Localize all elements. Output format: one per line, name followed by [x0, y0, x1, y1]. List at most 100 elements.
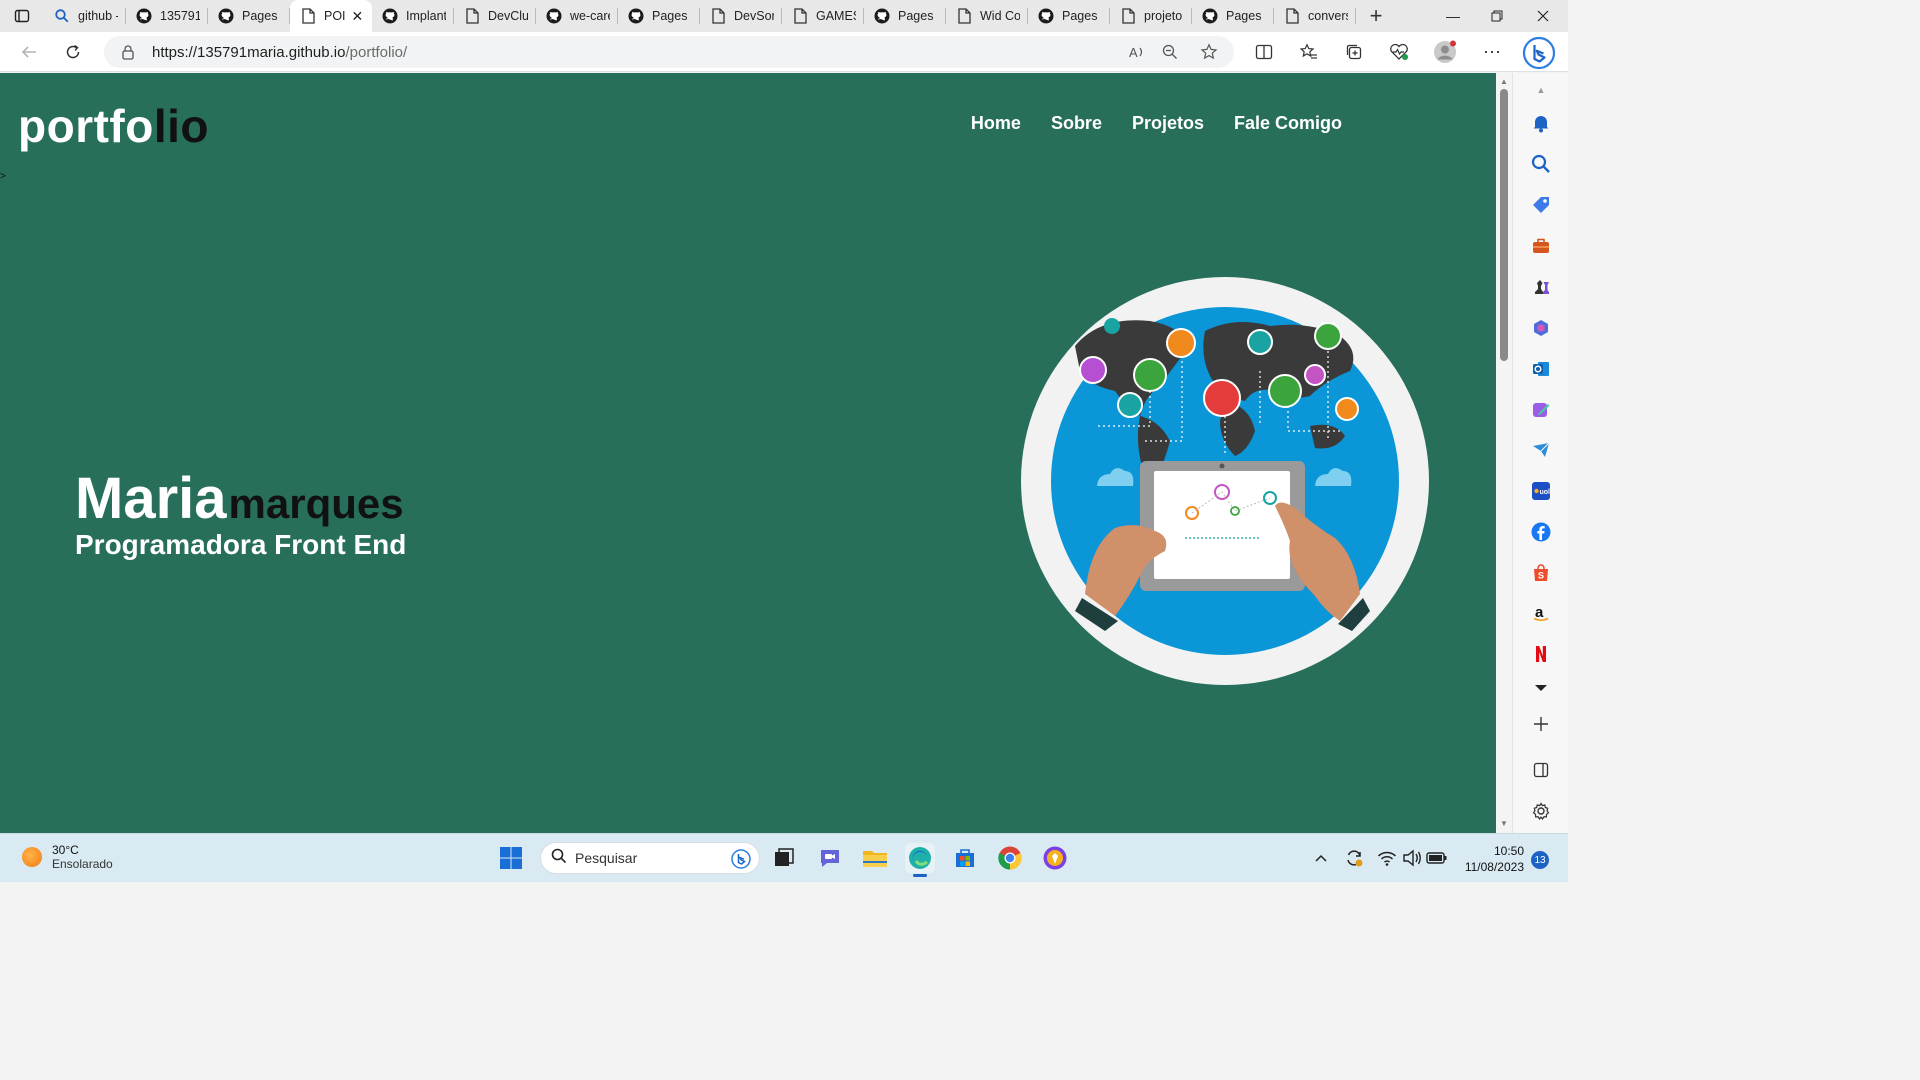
read-aloud-icon[interactable]: A: [1128, 44, 1146, 65]
browser-tab[interactable]: Pages: [208, 0, 290, 32]
favorite-star-icon[interactable]: [1200, 43, 1218, 66]
performance-button[interactable]: [1382, 32, 1416, 72]
chrome-button[interactable]: [995, 843, 1025, 873]
stray-text: >: [0, 171, 6, 182]
facebook-icon[interactable]: [1530, 521, 1552, 543]
chess-icon[interactable]: [1530, 276, 1552, 298]
profile-button[interactable]: [1428, 32, 1462, 72]
shopee-icon[interactable]: S: [1530, 562, 1552, 584]
taskbar-clock[interactable]: 10:50 11/08/2023: [1458, 843, 1524, 875]
scroll-down-arrow[interactable]: ▼: [1499, 819, 1509, 829]
outlook-icon[interactable]: [1530, 358, 1552, 380]
weather-temp: 30°C: [52, 843, 79, 857]
folder-icon: [863, 851, 887, 867]
search-icon[interactable]: [1530, 153, 1552, 175]
tab-label: projeto: [1144, 9, 1183, 23]
netflix-icon[interactable]: [1530, 643, 1552, 665]
plus-icon[interactable]: [1530, 713, 1552, 735]
back-arrow-icon: [21, 46, 36, 58]
url-host: https://135791maria.github.io: [152, 43, 346, 61]
close-tab-icon[interactable]: ✕: [352, 8, 364, 25]
tab-actions-button[interactable]: [0, 0, 44, 32]
file-explorer-button[interactable]: [860, 843, 890, 873]
sun-icon: [22, 847, 42, 867]
edge-taskbar-button[interactable]: [905, 843, 935, 877]
github-icon: [546, 8, 562, 24]
chrome-icon: [998, 846, 1022, 870]
teams-chat-button[interactable]: [815, 843, 845, 873]
browser-tab[interactable]: convers: [1274, 0, 1356, 32]
bing-chat-button[interactable]: [1522, 36, 1556, 70]
battery-tray-button[interactable]: [1422, 843, 1452, 873]
send-icon[interactable]: [1530, 439, 1552, 461]
browser-tab[interactable]: Pages: [864, 0, 946, 32]
browser-tab[interactable]: projeto: [1110, 0, 1192, 32]
favorites-button[interactable]: [1292, 32, 1326, 72]
browser-tab[interactable]: GAMES: [782, 0, 864, 32]
browser-tab[interactable]: Pages: [1028, 0, 1110, 32]
store-button[interactable]: [950, 843, 980, 873]
amazon-icon[interactable]: a: [1530, 602, 1552, 624]
svg-text:A: A: [1129, 45, 1138, 60]
show-hidden-icons-button[interactable]: [1306, 843, 1336, 873]
tag-icon[interactable]: [1530, 194, 1552, 216]
browser-tab[interactable]: DevClub: [454, 0, 536, 32]
address-bar[interactable]: https://135791maria.github.io/portfolio/…: [104, 36, 1234, 68]
uol-icon[interactable]: uol: [1530, 480, 1552, 502]
nav-link-sobre[interactable]: Sobre: [1051, 113, 1102, 134]
minimize-button[interactable]: —: [1430, 0, 1476, 32]
settings-menu-button[interactable]: ⋯: [1475, 32, 1509, 72]
close-window-button[interactable]: [1520, 0, 1566, 32]
browser-tab[interactable]: Implant: [372, 0, 454, 32]
taskbar-search[interactable]: Pesquisar: [540, 842, 760, 874]
refresh-button[interactable]: [56, 32, 90, 72]
github-icon: [218, 8, 234, 24]
page-icon: [464, 8, 480, 24]
browser-tab[interactable]: Pages: [1192, 0, 1274, 32]
back-button[interactable]: [12, 32, 46, 72]
store-icon: [956, 849, 974, 867]
restore-button[interactable]: [1474, 0, 1520, 32]
browser-tab[interactable]: POI ✕: [290, 0, 372, 32]
new-tab-button[interactable]: +: [1356, 0, 1396, 32]
bell-icon[interactable]: [1530, 112, 1552, 134]
browser-tab[interactable]: Wid Co: [946, 0, 1028, 32]
weather-widget[interactable]: 30°C Ensolarado: [22, 843, 113, 871]
task-view-button[interactable]: [769, 843, 799, 873]
panel-icon[interactable]: [1530, 759, 1552, 781]
sync-tray-button[interactable]: [1339, 843, 1369, 873]
page-scrollbar[interactable]: ▲ ▼: [1496, 73, 1512, 833]
scroll-up-arrow[interactable]: ▲: [1499, 77, 1509, 87]
browser-tab[interactable]: we-care: [536, 0, 618, 32]
tab-label: Wid Co: [980, 9, 1020, 23]
notification-badge[interactable]: 13: [1531, 851, 1549, 869]
github-icon: [382, 8, 398, 24]
url-text[interactable]: https://135791maria.github.io/portfolio/: [152, 44, 407, 61]
lock-icon[interactable]: [120, 44, 136, 60]
nav-link-home[interactable]: Home: [971, 113, 1021, 134]
collections-button[interactable]: [1337, 32, 1371, 72]
sidebar-scroll-up-icon[interactable]: ▲: [1530, 79, 1552, 101]
close-icon: [1537, 10, 1549, 22]
split-screen-button[interactable]: [1247, 32, 1281, 72]
toolbox-icon[interactable]: [1530, 235, 1552, 257]
settings-icon[interactable]: [1530, 800, 1552, 822]
chevron-down-icon[interactable]: [1530, 677, 1552, 699]
browser-tab[interactable]: github -: [44, 0, 126, 32]
copilot-icon[interactable]: [1530, 317, 1552, 339]
designer-icon[interactable]: [1530, 399, 1552, 421]
browser-tab[interactable]: DevSort: [700, 0, 782, 32]
browser-tab[interactable]: Pages: [618, 0, 700, 32]
nav-link-fale-comigo[interactable]: Fale Comigo: [1234, 113, 1342, 134]
wifi-icon: [1377, 851, 1397, 866]
site-logo[interactable]: portfolio: [18, 99, 209, 153]
zoom-out-icon[interactable]: [1162, 44, 1178, 65]
vpn-app-button[interactable]: [1040, 843, 1070, 873]
nav-link-projetos[interactable]: Projetos: [1132, 113, 1204, 134]
scroll-thumb[interactable]: [1500, 89, 1508, 361]
heartbeat-icon: [1390, 43, 1408, 60]
avatar-icon: [1434, 40, 1456, 63]
github-icon: [1038, 8, 1054, 24]
browser-tab[interactable]: 135791r: [126, 0, 208, 32]
start-button[interactable]: [496, 843, 526, 873]
